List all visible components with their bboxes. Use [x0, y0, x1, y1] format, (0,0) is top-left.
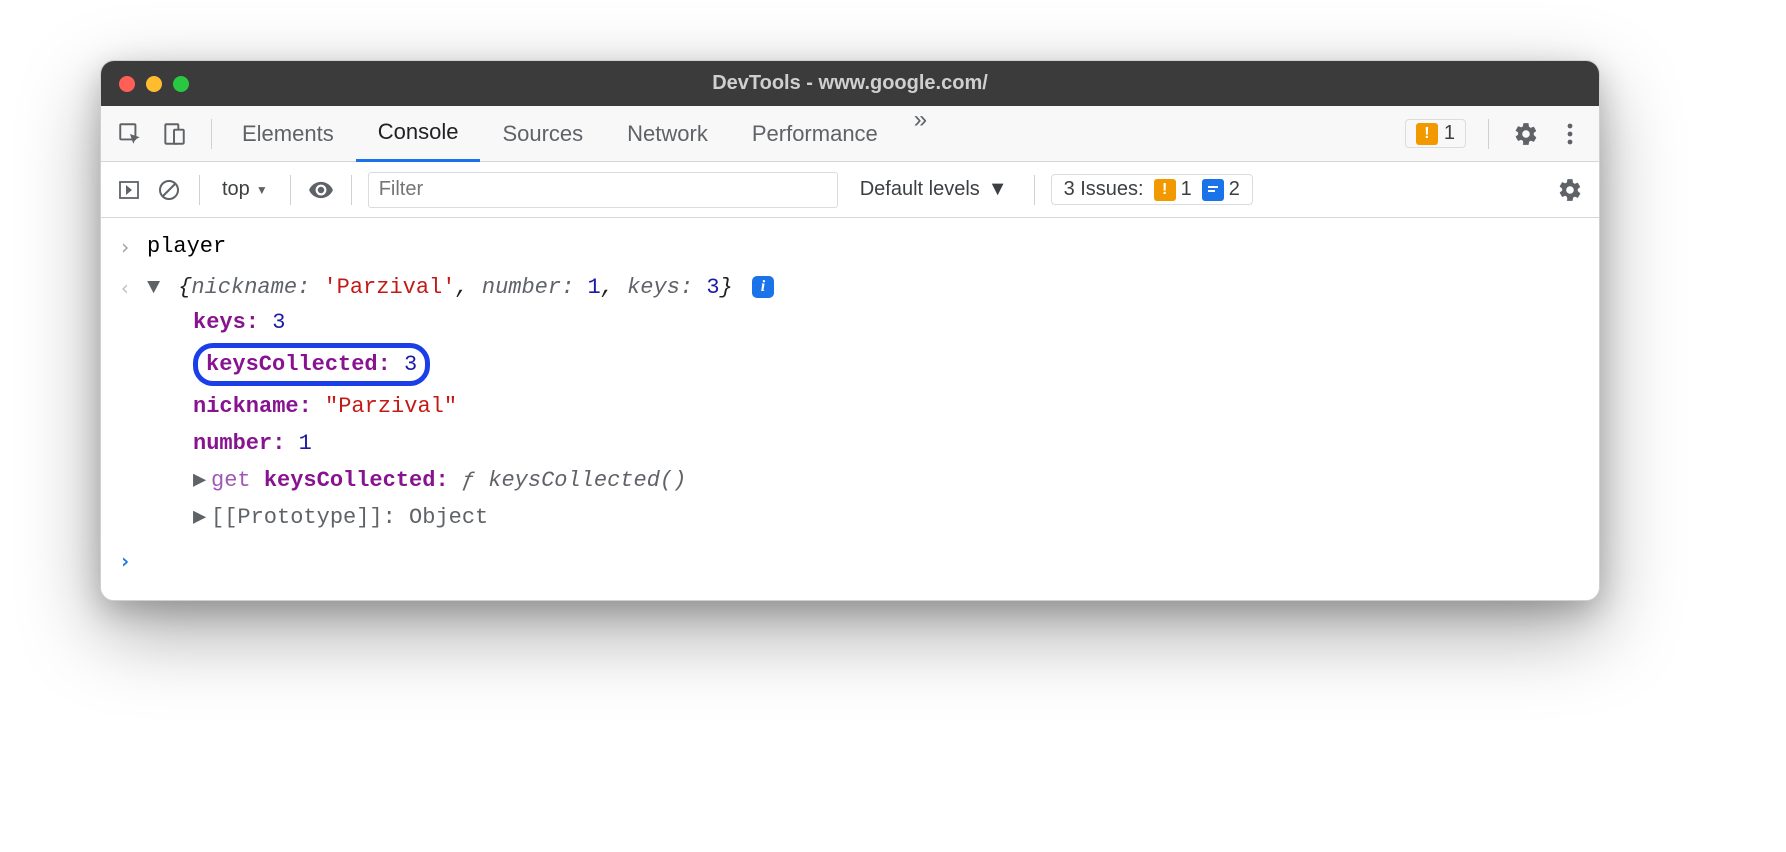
- minimize-window-button[interactable]: [146, 76, 162, 92]
- clear-console-icon[interactable]: [155, 176, 183, 204]
- console-body: player ▼ {nickname: 'Parzival', number: …: [101, 218, 1599, 600]
- info-icon: [1202, 179, 1224, 201]
- prop-number[interactable]: number: 1: [193, 425, 1581, 462]
- console-prompt-row[interactable]: [101, 540, 1599, 580]
- summary-key-number: number:: [482, 275, 574, 300]
- object-info-badge-icon[interactable]: i: [752, 276, 774, 298]
- warning-icon: !: [1416, 123, 1438, 145]
- console-input-row: player: [101, 226, 1599, 267]
- summary-val-keys: 3: [706, 275, 719, 300]
- prop-nickname[interactable]: nickname: "Parzival": [193, 388, 1581, 425]
- tab-performance[interactable]: Performance: [730, 106, 900, 162]
- tab-strip: Elements Console Sources Network Perform…: [101, 106, 1599, 162]
- tabstrip-issues-count: 1: [1444, 122, 1455, 145]
- divider: [1488, 119, 1489, 149]
- divider: [1034, 175, 1035, 205]
- maximize-window-button[interactable]: [173, 76, 189, 92]
- toggle-sidebar-icon[interactable]: [115, 176, 143, 204]
- tab-elements[interactable]: Elements: [220, 106, 356, 162]
- divider: [199, 175, 200, 205]
- output-chevron-icon: [119, 271, 147, 303]
- device-toggle-icon[interactable]: [159, 119, 189, 149]
- settings-gear-icon[interactable]: [1511, 119, 1541, 149]
- traffic-lights: [119, 76, 189, 92]
- chevron-down-icon: ▼: [256, 183, 268, 197]
- inspect-icon[interactable]: [115, 119, 145, 149]
- prop-prototype[interactable]: ▶[[Prototype]]: Object: [193, 499, 1581, 536]
- chevron-down-icon: ▼: [988, 178, 1008, 201]
- divider: [211, 119, 212, 149]
- context-selector[interactable]: top ▼: [216, 178, 274, 201]
- input-chevron-icon: [119, 230, 147, 262]
- tabs-overflow[interactable]: »: [900, 106, 941, 162]
- titlebar: DevTools - www.google.com/: [101, 61, 1599, 106]
- warning-icon: !: [1154, 179, 1176, 201]
- tab-console[interactable]: Console: [356, 106, 481, 162]
- summary-key-keys: keys:: [627, 275, 693, 300]
- window-title: DevTools - www.google.com/: [101, 72, 1599, 95]
- disclosure-toggle[interactable]: ▶: [193, 501, 211, 534]
- disclosure-toggle[interactable]: ▶: [193, 464, 211, 497]
- tab-sources[interactable]: Sources: [480, 106, 605, 162]
- divider: [351, 175, 352, 205]
- summary-key-nickname: nickname:: [191, 275, 310, 300]
- live-expression-icon[interactable]: [307, 176, 335, 204]
- filter-input[interactable]: [368, 172, 838, 208]
- object-properties: keys: 3 keysCollected: 3 nickname: "Parz…: [147, 304, 1581, 536]
- console-input-text: player: [147, 230, 1581, 263]
- close-window-button[interactable]: [119, 76, 135, 92]
- issues-warn-count: 1: [1181, 178, 1192, 201]
- object-summary[interactable]: {nickname: 'Parzival', number: 1, keys: …: [178, 275, 746, 300]
- more-menu-icon[interactable]: [1555, 119, 1585, 149]
- issues-label: 3 Issues:: [1064, 178, 1144, 201]
- context-value: top: [222, 178, 250, 201]
- tabstrip-issues-badge[interactable]: ! 1: [1405, 119, 1466, 148]
- tab-network[interactable]: Network: [605, 106, 730, 162]
- object-disclosure-toggle[interactable]: ▼: [147, 271, 165, 304]
- devtools-window: DevTools - www.google.com/ Elements Cons…: [100, 60, 1600, 601]
- summary-val-number: 1: [588, 275, 601, 300]
- issues-box[interactable]: 3 Issues: ! 1 2: [1051, 174, 1253, 205]
- highlight-annotation: keysCollected: 3: [193, 343, 430, 386]
- log-levels-selector[interactable]: Default levels ▼: [850, 178, 1018, 201]
- prompt-chevron-icon: [119, 544, 147, 576]
- console-settings-gear-icon[interactable]: [1555, 175, 1585, 205]
- prop-keys[interactable]: keys: 3: [193, 304, 1581, 341]
- prop-getter-keyscollected[interactable]: ▶get keysCollected: ƒ keysCollected(): [193, 462, 1581, 499]
- prop-keyscollected[interactable]: keysCollected: 3: [193, 341, 1581, 388]
- issues-info-count: 2: [1229, 178, 1240, 201]
- summary-val-nickname: 'Parzival': [323, 275, 455, 300]
- console-toolbar: top ▼ Default levels ▼ 3 Issues: ! 1 2: [101, 162, 1599, 218]
- levels-label: Default levels: [860, 178, 980, 201]
- console-output-row: ▼ {nickname: 'Parzival', number: 1, keys…: [101, 267, 1599, 540]
- divider: [290, 175, 291, 205]
